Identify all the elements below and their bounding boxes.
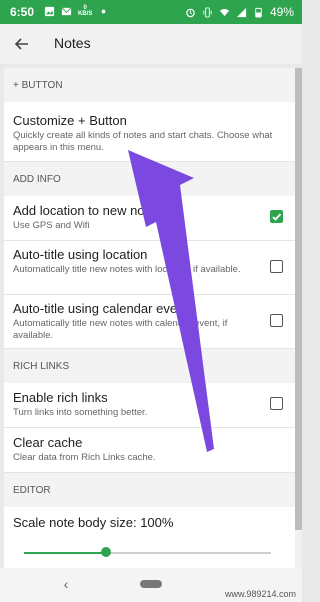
- row-title: Clear cache: [13, 435, 83, 450]
- battery-percent: 49%: [269, 5, 294, 19]
- page-title: Notes: [54, 35, 91, 51]
- row-title: Customize + Button: [13, 113, 127, 128]
- battery-icon: [255, 7, 262, 18]
- row-subtitle: Automatically title new notes with locat…: [13, 264, 241, 275]
- nav-back-button[interactable]: ‹: [58, 576, 74, 592]
- checkmark-icon: [272, 213, 282, 221]
- status-left-icons: 0 KB/S: [44, 5, 109, 17]
- section-header-add-info: ADD INFO: [4, 162, 295, 196]
- row-subtitle: Automatically title new notes with calen…: [13, 318, 228, 341]
- scale-note-body-row: Scale note body size: 100%: [4, 507, 295, 533]
- customize-plus-button-row[interactable]: Customize + Button Quickly create all ki…: [4, 102, 295, 162]
- kbs-icon: 0 KB/S: [78, 5, 93, 17]
- app-bar: Notes: [0, 24, 302, 64]
- arrow-left-icon: [14, 38, 28, 50]
- auto-title-calendar-checkbox[interactable]: [270, 314, 283, 327]
- wifi-icon: [219, 8, 230, 16]
- auto-title-location-row[interactable]: Auto-title using location Automatically …: [4, 241, 295, 295]
- watermark-text: www.989214.com: [224, 589, 296, 599]
- auto-title-location-checkbox[interactable]: [270, 260, 283, 273]
- section-header-plus-button: + BUTTON: [4, 68, 295, 102]
- enable-rich-links-row[interactable]: Enable rich links Turn links into someth…: [4, 383, 295, 428]
- alarm-icon: [186, 8, 195, 17]
- slider-thumb[interactable]: [100, 547, 111, 557]
- status-bar: 6:50 0 KB/S 49%: [0, 0, 302, 24]
- row-subtitle: Use GPS and Wifi: [13, 220, 90, 231]
- dot-icon: [102, 9, 106, 13]
- mail-icon: [61, 7, 72, 15]
- image-icon: [44, 6, 55, 16]
- row-subtitle: Clear data from Rich Links cache.: [13, 452, 156, 463]
- slider-fill: [24, 552, 106, 554]
- clear-cache-row[interactable]: Clear cache Clear data from Rich Links c…: [4, 428, 295, 473]
- row-title: Auto-title using location: [13, 247, 148, 262]
- signal-icon: [236, 7, 247, 17]
- row-title: Auto-title using calendar event: [13, 301, 188, 316]
- add-location-row[interactable]: Add location to new notes Use GPS and Wi…: [4, 196, 295, 241]
- row-subtitle: Turn links into something better.: [13, 407, 148, 418]
- scrollbar[interactable]: [295, 68, 302, 568]
- settings-list[interactable]: + BUTTON Customize + Button Quickly crea…: [4, 68, 295, 568]
- vibrate-icon: [203, 6, 212, 18]
- back-button[interactable]: [10, 32, 34, 56]
- section-header-rich-links: RICH LINKS: [4, 349, 295, 383]
- scale-slider[interactable]: [4, 533, 295, 568]
- add-location-checkbox[interactable]: [270, 210, 283, 223]
- section-header-editor: EDITOR: [4, 473, 295, 507]
- status-right-icons: 49%: [185, 5, 294, 19]
- scroll-thumb[interactable]: [295, 68, 302, 530]
- row-title: Enable rich links: [13, 390, 108, 405]
- row-subtitle: Quickly create all kinds of notes and st…: [13, 130, 273, 153]
- enable-rich-links-checkbox[interactable]: [270, 397, 283, 410]
- auto-title-calendar-row[interactable]: Auto-title using calendar event Automati…: [4, 295, 295, 349]
- row-title: Add location to new notes: [13, 203, 162, 218]
- nav-home-button[interactable]: [140, 580, 162, 588]
- chevron-left-icon: ‹: [63, 576, 69, 592]
- row-title: Scale note body size: 100%: [13, 515, 174, 530]
- status-time: 6:50: [10, 5, 35, 19]
